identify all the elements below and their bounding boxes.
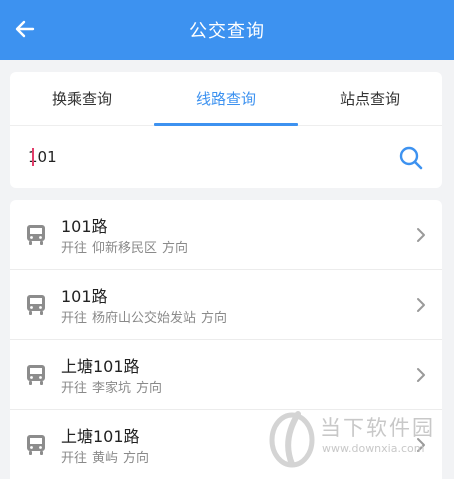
route-direction: 开往 黄屿 方向: [61, 451, 150, 466]
route-direction: 开往 仰新移民区 方向: [61, 241, 189, 256]
route-search-input[interactable]: [28, 142, 368, 172]
bus-icon: [27, 225, 45, 245]
page-title: 公交查询: [189, 21, 265, 42]
route-name: 101路: [61, 217, 108, 236]
arrow-left-icon: [15, 20, 35, 38]
chevron-right-icon: [417, 298, 425, 312]
search-icon[interactable]: [398, 145, 424, 171]
chevron-right-icon: [417, 228, 425, 242]
tab-stop-query[interactable]: 站点查询: [298, 72, 442, 125]
back-button[interactable]: [10, 14, 40, 44]
route-result-item[interactable]: 上塘101路 开往 黄屿 方向: [10, 410, 442, 479]
chevron-right-icon: [417, 438, 425, 452]
text-caret: [32, 148, 34, 166]
tab-transfer-query[interactable]: 换乘查询: [10, 72, 154, 125]
route-name: 上塘101路: [61, 357, 140, 376]
route-direction: 开往 杨府山公交始发站 方向: [61, 311, 228, 326]
route-name: 101路: [61, 287, 108, 306]
route-direction: 开往 李家坑 方向: [61, 381, 163, 396]
bus-icon: [27, 295, 45, 315]
chevron-right-icon: [417, 368, 425, 382]
route-result-item[interactable]: 101路 开往 杨府山公交始发站 方向: [10, 270, 442, 340]
search-row: [10, 126, 442, 188]
app-bar: 公交查询: [0, 0, 454, 60]
search-card: 换乘查询 线路查询 站点查询: [10, 72, 442, 188]
bus-icon: [27, 435, 45, 455]
query-tabs: 换乘查询 线路查询 站点查询: [10, 72, 442, 126]
route-result-item[interactable]: 上塘101路 开往 李家坑 方向: [10, 340, 442, 410]
route-name: 上塘101路: [61, 427, 140, 446]
tab-route-query[interactable]: 线路查询: [154, 72, 298, 126]
route-results-list: 101路 开往 仰新移民区 方向 101路 开往 杨府山公交始发站 方向 上塘101路 …: [10, 200, 442, 479]
bus-icon: [27, 365, 45, 385]
route-result-item[interactable]: 101路 开往 仰新移民区 方向: [10, 200, 442, 270]
